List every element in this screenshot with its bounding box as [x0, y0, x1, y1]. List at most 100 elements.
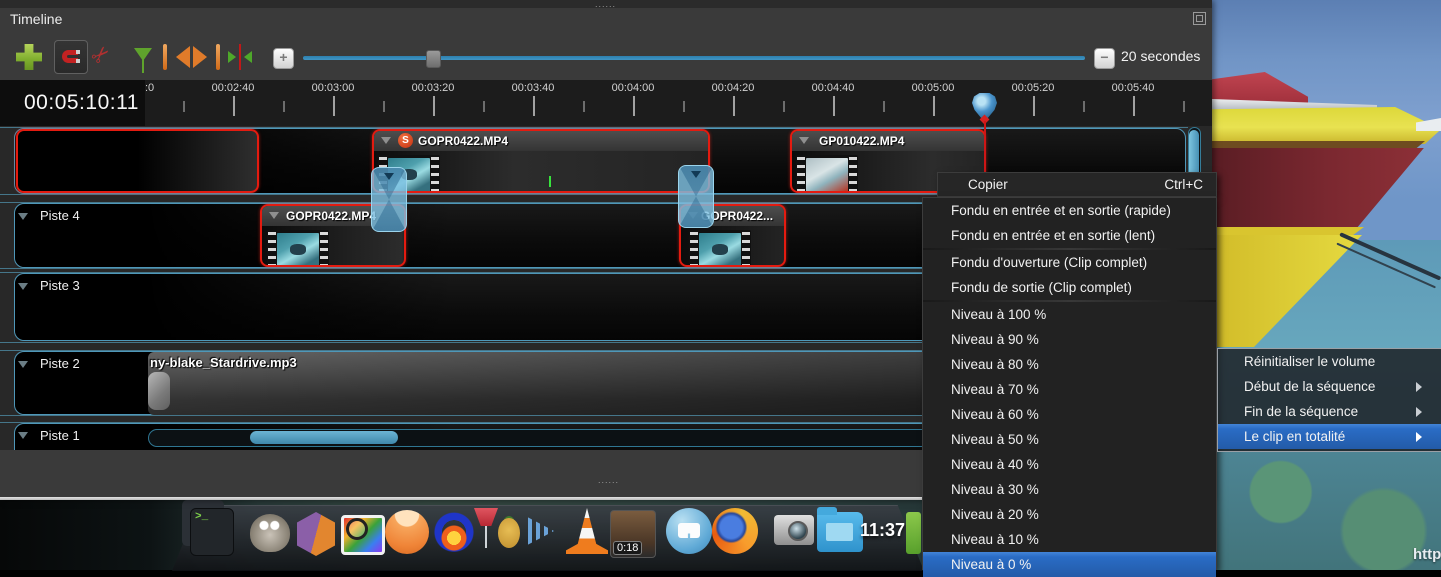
next-marker-icon[interactable] [196, 44, 220, 70]
zoom-slider-handle[interactable] [426, 50, 441, 68]
clip-label: ny-blake_Stardrive.mp3 [150, 355, 297, 370]
clip-label: GOPR0422.MP4 [286, 209, 376, 223]
track-name: Piste 2 [40, 356, 80, 371]
submenu-item-debut-sequence[interactable]: Début de la séquence [1218, 374, 1441, 399]
ruler-minor-ticks [183, 101, 1212, 112]
menu-item-copier[interactable]: Copier [968, 177, 1008, 192]
zoom-in-button[interactable]: + [273, 48, 294, 69]
submenu-volume-scope: Réinitialiser le volume Début de la séqu… [1217, 348, 1441, 452]
magnet-icon [62, 50, 78, 63]
color-picker-icon[interactable] [341, 515, 385, 555]
transition-menu-icon[interactable] [691, 171, 701, 183]
submenu-item-fin-sequence[interactable]: Fin de la séquence [1218, 399, 1441, 424]
menu-item-fondu-rapide[interactable]: Fondu en entrée et en sortie (rapide) [923, 198, 1216, 223]
menu-shortcut: Ctrl+C [1164, 177, 1203, 192]
track-collapse-icon[interactable] [18, 283, 28, 295]
ruler-label: 00:04:20 [712, 82, 755, 94]
zoom-scale-label: 20 secondes [1121, 48, 1200, 64]
razor-scissors-icon[interactable]: ✂ [86, 39, 117, 70]
submenu-arrow-icon [1416, 432, 1427, 442]
media-player-time: 0:18 [613, 541, 642, 555]
ruler-label: 00:02:40 [212, 82, 255, 94]
splitter-grip-icon: ...... [598, 477, 619, 483]
camera-icon[interactable] [774, 515, 814, 545]
panel-title: Timeline [10, 11, 62, 27]
track-name: Piste 1 [40, 428, 80, 443]
menu-item-niveau-100[interactable]: Niveau à 100 % [923, 302, 1216, 327]
clip-menu-icon[interactable] [381, 137, 391, 149]
add-track-icon[interactable] [16, 44, 42, 70]
clip-menu-icon[interactable] [269, 212, 279, 224]
clip-thumbnail [796, 155, 858, 193]
pineapple-icon[interactable] [498, 518, 520, 548]
ruler-label: 00:03:40 [512, 82, 555, 94]
context-menu-volume: Fondu en entrée et en sortie (rapide) Fo… [922, 197, 1217, 570]
ruler-label: 00:05:00 [912, 82, 955, 94]
vertical-scrollbar-thumb[interactable] [1189, 130, 1199, 177]
audacity-icon[interactable] [431, 512, 477, 554]
timeline-ruler[interactable]: :0 00:02:40 00:03:00 00:03:20 00:03:40 0… [0, 80, 1212, 126]
previous-marker-icon[interactable] [163, 44, 187, 70]
transition-menu-icon[interactable] [384, 173, 394, 185]
clip-label: GOPR0422.MP4 [418, 134, 508, 148]
clip-fade-handle[interactable] [148, 372, 170, 410]
add-marker-icon[interactable] [228, 46, 252, 68]
terminal-icon[interactable]: >_ [190, 508, 234, 556]
menu-item-niveau-30[interactable]: Niveau à 30 % [923, 477, 1216, 502]
menu-item-niveau-60[interactable]: Niveau à 60 % [923, 402, 1216, 427]
menu-item-fondu-ouverture[interactable]: Fondu d'ouverture (Clip complet) [923, 250, 1216, 275]
splitter-top[interactable]: ...... [0, 0, 1212, 8]
submenu-item-reinitialiser[interactable]: Réinitialiser le volume [1218, 349, 1441, 374]
zoom-slider[interactable] [303, 56, 1085, 60]
current-timecode: 00:05:10:11 [0, 80, 145, 126]
menu-item-niveau-20[interactable]: Niveau à 20 % [923, 502, 1216, 527]
submenu-arrow-icon [1416, 382, 1427, 392]
context-menu-copy: Copier Ctrl+C [937, 172, 1217, 197]
clip-piste5-left[interactable] [16, 129, 259, 193]
gimp-icon[interactable] [250, 514, 290, 552]
track-name: Piste 4 [40, 208, 80, 223]
ruler-label: 00:04:40 [812, 82, 855, 94]
wallpaper-watermark: http [1413, 546, 1441, 563]
menu-item-fondu-lent[interactable]: Fondu en entrée et en sortie (lent) [923, 223, 1216, 248]
track-collapse-icon[interactable] [18, 361, 28, 373]
submenu-item-clip-totalite[interactable]: Le clip en totalité [1218, 424, 1441, 449]
keyframe-tick [549, 176, 551, 187]
desktop-wallpaper [1212, 0, 1441, 570]
mailbox-icon[interactable] [666, 508, 712, 554]
ruler-label: 00:03:00 [312, 82, 355, 94]
clip-gopr0422-piste5[interactable]: S GOPR0422.MP4 [372, 129, 710, 193]
track-collapse-icon[interactable] [18, 213, 28, 225]
clip-menu-icon[interactable] [799, 137, 809, 149]
file-manager-icon[interactable] [817, 512, 863, 552]
zoom-out-button[interactable]: − [1094, 48, 1115, 69]
effect-badge: S [398, 133, 413, 148]
clip-label: GP010422.MP4 [819, 134, 904, 148]
clip-thumbnail [267, 230, 329, 267]
clementine-icon[interactable] [385, 510, 429, 554]
menu-item-niveau-50[interactable]: Niveau à 50 % [923, 427, 1216, 452]
clip-thumbnail [689, 230, 751, 267]
transition-right[interactable] [678, 165, 714, 228]
menu-item-niveau-0[interactable]: Niveau à 0 % [923, 552, 1216, 577]
track-name: Piste 3 [40, 278, 80, 293]
float-panel-icon[interactable] [1193, 12, 1206, 25]
dock-clock: 11:37 [860, 520, 905, 541]
snapping-toggle-button[interactable] [54, 40, 88, 74]
ruler-label: 00:03:20 [412, 82, 455, 94]
menu-item-niveau-80[interactable]: Niveau à 80 % [923, 352, 1216, 377]
dock-icon-partial[interactable] [906, 512, 921, 554]
resize-funnel-icon[interactable] [134, 48, 152, 70]
track-collapse-icon[interactable] [18, 432, 28, 444]
menu-item-fondu-sortie[interactable]: Fondu de sortie (Clip complet) [923, 275, 1216, 300]
transition-left[interactable] [371, 167, 407, 232]
ruler-label: 00:05:20 [1012, 82, 1055, 94]
menu-item-niveau-70[interactable]: Niveau à 70 % [923, 377, 1216, 402]
firefox-icon[interactable] [712, 508, 758, 554]
horizontal-scrollbar-thumb[interactable] [250, 431, 398, 444]
ruler-label: :0 [145, 82, 154, 94]
menu-item-niveau-90[interactable]: Niveau à 90 % [923, 327, 1216, 352]
media-player-icon[interactable]: 0:18 [610, 510, 656, 558]
menu-item-niveau-40[interactable]: Niveau à 40 % [923, 452, 1216, 477]
menu-item-niveau-10[interactable]: Niveau à 10 % [923, 527, 1216, 552]
